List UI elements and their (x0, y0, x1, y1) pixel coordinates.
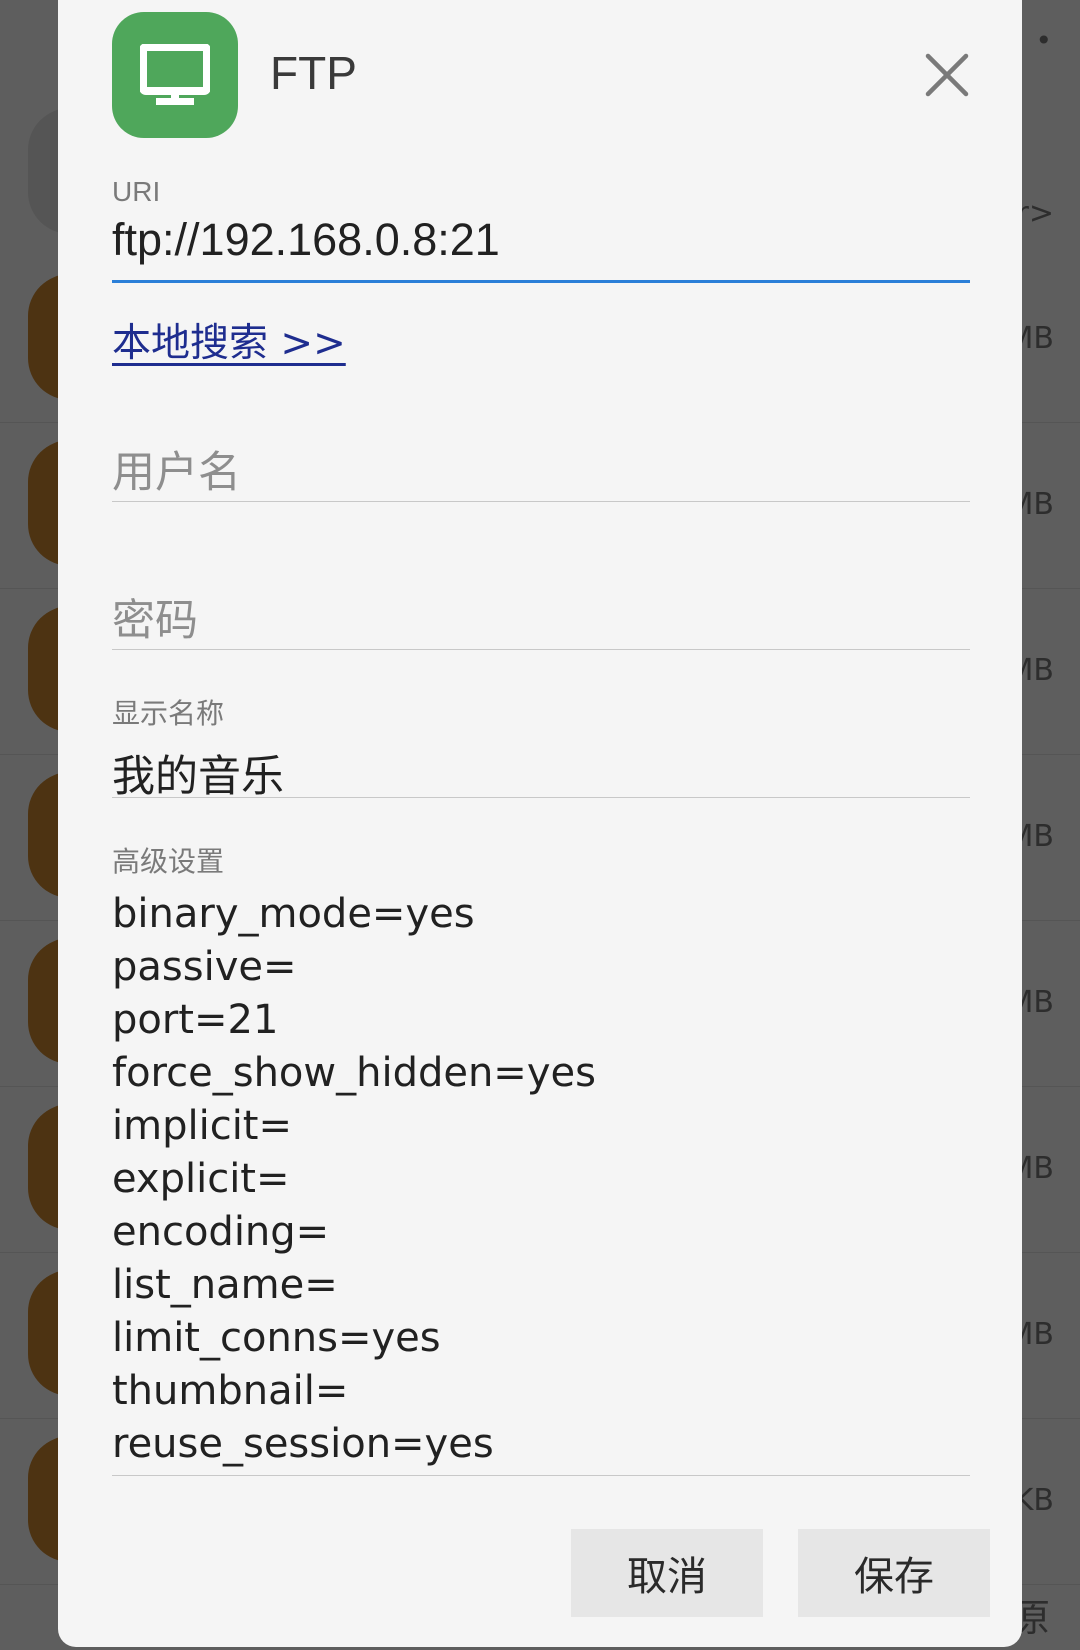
advanced-setting-line: passive= (112, 944, 297, 990)
username-field[interactable]: 用户名 (112, 438, 970, 504)
display-name-field[interactable]: 显示名称 我的音乐 (112, 692, 970, 802)
save-button[interactable]: 保存 (798, 1529, 990, 1617)
password-underline (112, 649, 970, 650)
advanced-setting-line: encoding= (112, 1209, 330, 1255)
uri-underline (112, 280, 970, 283)
advanced-setting-line: limit_conns=yes (112, 1315, 441, 1361)
advanced-settings-label: 高级设置 (112, 846, 225, 877)
username-underline (112, 501, 970, 502)
advanced-setting-line: binary_mode=yes (112, 891, 475, 937)
advanced-setting-line: implicit= (112, 1103, 292, 1149)
display-name-input[interactable]: 我的音乐 (112, 742, 970, 804)
advanced-settings-underline (112, 1475, 970, 1476)
advanced-setting-line: port=21 (112, 997, 279, 1043)
display-name-label: 显示名称 (112, 698, 225, 729)
uri-field[interactable]: URI (112, 176, 970, 284)
username-placeholder: 用户名 (112, 448, 241, 498)
advanced-setting-line: reuse_session=yes (112, 1421, 494, 1467)
local-search-link[interactable]: 本地搜索 >> (112, 312, 346, 368)
advanced-setting-line: thumbnail= (112, 1368, 349, 1414)
advanced-setting-line: list_name= (112, 1262, 338, 1308)
display-name-underline (112, 797, 970, 798)
advanced-settings-textarea[interactable]: binary_mode=yes passive= port=21 force_s… (112, 888, 970, 1471)
password-placeholder: 密码 (112, 596, 198, 646)
close-button[interactable] (922, 50, 972, 100)
uri-label: URI (112, 176, 161, 207)
uri-input[interactable] (112, 214, 970, 266)
advanced-setting-line: force_show_hidden=yes (112, 1050, 596, 1096)
advanced-setting-line: explicit= (112, 1156, 290, 1202)
password-field[interactable]: 密码 (112, 586, 970, 652)
close-icon (925, 53, 969, 97)
cancel-button[interactable]: 取消 (571, 1529, 763, 1617)
ftp-server-dialog: FTP URI 本地搜索 >> 用户名 密码 显示名称 我的音乐 高级设置 bi… (58, 0, 1022, 1647)
dialog-title: FTP (270, 47, 357, 99)
advanced-settings-field[interactable]: 高级设置 binary_mode=yes passive= port=21 fo… (112, 840, 970, 1478)
background-header-text: r> (1016, 196, 1054, 231)
monitor-icon (112, 12, 238, 138)
